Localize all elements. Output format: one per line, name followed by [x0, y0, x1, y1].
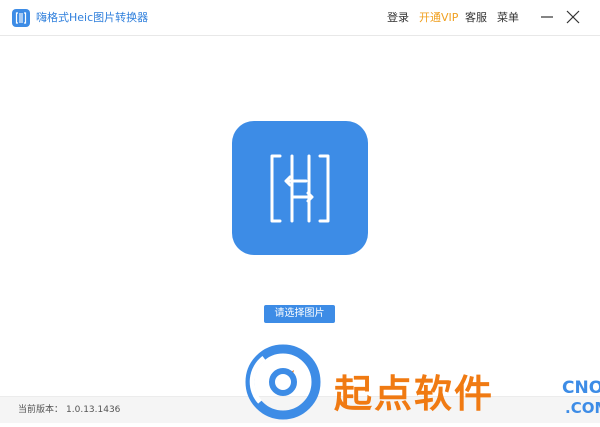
support-link[interactable]: 客服 [465, 10, 487, 26]
close-icon[interactable] [565, 9, 581, 25]
menu-link[interactable]: 菜单 [497, 10, 519, 26]
version-label-text: 当前版本： [18, 405, 64, 415]
title-bar: 嗨格式Heic图片转换器 登录 开通VIP 客服 菜单 [0, 0, 600, 36]
version-label: 当前版本： 1.0.13.1436 [18, 403, 120, 417]
watermark-logo-icon [240, 340, 324, 423]
login-link[interactable]: 登录 [387, 10, 409, 26]
watermark-text: 起点软件 [334, 372, 495, 416]
watermark-domain-top: CNO [562, 378, 600, 398]
app-title: 嗨格式Heic图片转换器 [36, 11, 149, 24]
watermark-domain-bottom: .COM [565, 399, 600, 417]
app-logo-icon [12, 9, 30, 27]
version-value: 1.0.13.1436 [66, 405, 121, 415]
heic-convert-icon [232, 121, 368, 255]
vip-link[interactable]: 开通VIP [419, 10, 458, 26]
select-image-button[interactable]: 请选择图片 [264, 305, 335, 323]
minimize-icon[interactable] [539, 9, 555, 25]
